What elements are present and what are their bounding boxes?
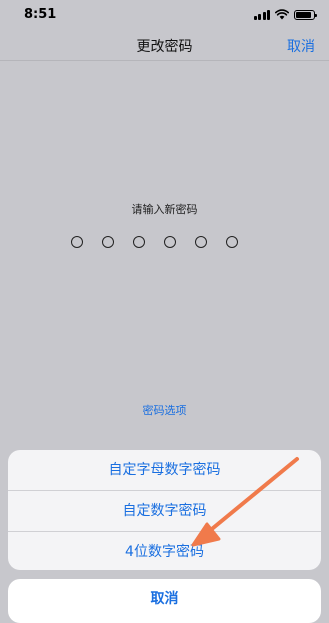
status-time: 8:51 — [24, 7, 57, 22]
option-4-digit-numeric[interactable]: 4位数字密码 — [8, 532, 321, 570]
signal-icon — [253, 9, 270, 20]
sheet-cancel-button[interactable]: 取消 — [8, 579, 321, 623]
passcode-dot — [226, 236, 238, 248]
page-title: 更改密码 — [136, 39, 193, 55]
passcode-dot — [133, 236, 145, 248]
passcode-dots — [71, 236, 238, 248]
status-bar: 8:51 — [0, 0, 329, 32]
passcode-dot — [164, 236, 176, 248]
action-sheet: 自定字母数字密码 自定数字密码 4位数字密码 — [8, 450, 321, 570]
wifi-icon — [275, 9, 289, 20]
passcode-dot — [71, 236, 83, 248]
battery-icon — [294, 9, 317, 20]
passcode-dot — [102, 236, 114, 248]
nav-cancel-button[interactable]: 取消 — [287, 36, 315, 56]
option-custom-alphanumeric[interactable]: 自定字母数字密码 — [8, 450, 321, 491]
passcode-options-link[interactable]: 密码选项 — [0, 402, 329, 418]
passcode-dot — [195, 236, 207, 248]
option-custom-numeric[interactable]: 自定数字密码 — [8, 491, 321, 532]
passcode-prompt: 请输入新密码 — [131, 203, 198, 216]
nav-bar: 更改密码 取消 — [0, 32, 329, 61]
status-icons — [253, 9, 317, 20]
